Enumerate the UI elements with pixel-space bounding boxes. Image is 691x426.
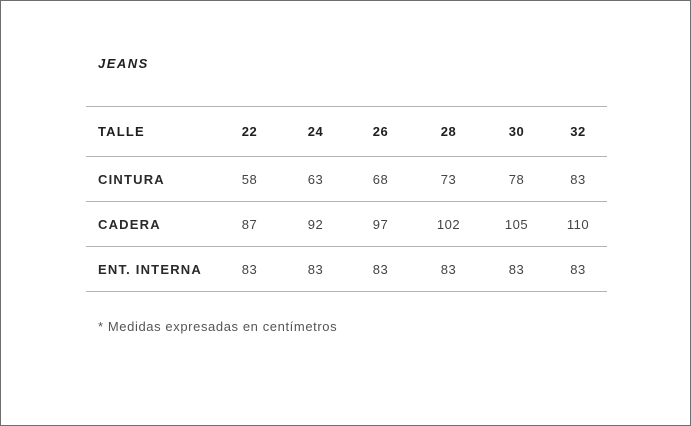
row-label: ENT. INTERNA xyxy=(98,261,202,277)
header-label: TALLE xyxy=(98,124,145,139)
table-cell: 78 xyxy=(508,171,525,187)
size-header-cell: 26 xyxy=(372,124,389,139)
table-cell: 63 xyxy=(307,171,324,187)
table-cell: 92 xyxy=(307,216,324,232)
size-header-cell: 32 xyxy=(570,124,586,139)
size-guide-title: JEANS xyxy=(98,56,149,71)
table-cell: 97 xyxy=(372,216,389,232)
size-table: TALLE 22 24 26 28 30 32 CINTURA 58 63 68… xyxy=(86,106,607,292)
table-cell: 83 xyxy=(570,261,586,277)
table-cell: 58 xyxy=(241,171,258,187)
table-cell: 102 xyxy=(436,216,461,232)
table-cell: 83 xyxy=(570,171,586,187)
table-cell: 83 xyxy=(440,261,457,277)
table-cell: 73 xyxy=(440,171,457,187)
table-cell: 83 xyxy=(241,261,258,277)
size-header-cell: 30 xyxy=(508,124,525,139)
size-header-cell: 28 xyxy=(440,124,457,139)
table-cell: 83 xyxy=(307,261,324,277)
table-cell: 83 xyxy=(508,261,525,277)
table-cell: 83 xyxy=(372,261,389,277)
measurement-footnote: * Medidas expresadas en centímetros xyxy=(98,319,338,334)
table-row: CADERA 87 92 97 102 105 110 xyxy=(86,201,607,247)
size-guide-card: JEANS TALLE 22 24 26 28 30 32 CINTURA 58… xyxy=(0,0,691,426)
size-header-cell: 22 xyxy=(241,124,258,139)
size-header-cell: 24 xyxy=(307,124,324,139)
table-row: CINTURA 58 63 68 73 78 83 xyxy=(86,156,607,202)
table-cell: 105 xyxy=(504,216,529,232)
table-cell: 87 xyxy=(241,216,258,232)
table-cell: 68 xyxy=(372,171,389,187)
table-row: ENT. INTERNA 83 83 83 83 83 83 xyxy=(86,246,607,292)
table-cell: 110 xyxy=(566,216,590,232)
table-header-row: TALLE 22 24 26 28 30 32 xyxy=(86,106,607,157)
row-label: CADERA xyxy=(98,216,161,232)
row-label: CINTURA xyxy=(98,171,165,187)
